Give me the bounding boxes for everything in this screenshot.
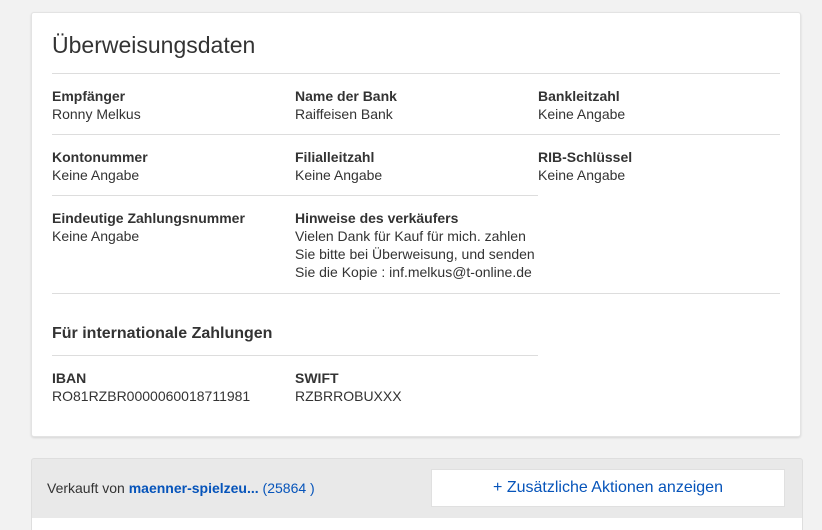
seller-name-link[interactable]: maenner-spielzeu... [129, 480, 259, 496]
recipient-value: Ronny Melkus [52, 106, 141, 122]
swift-value: RZBRROBUXXX [295, 388, 402, 404]
iban-label: IBAN [52, 370, 87, 386]
transfer-details-card: Überweisungsdaten Empfänger Ronny Melkus… [31, 12, 801, 437]
seller-panel-body [32, 518, 802, 530]
seller-notes-label: Hinweise des verkäufers [295, 210, 459, 226]
rib-key-field: RIB-Schlüssel Keine Angabe [538, 148, 632, 184]
seller-notes-line: Sie die Kopie : inf.melkus@t-online.de [295, 264, 532, 280]
divider [52, 134, 780, 135]
branch-code-field: Filialleitzahl Keine Angabe [295, 148, 382, 184]
seller-notes-field: Hinweise des verkäufers Vielen Dank für … [295, 209, 535, 281]
divider [52, 355, 538, 356]
sold-by-label: Verkauft von [47, 480, 125, 496]
seller-score-close: ) [310, 480, 315, 496]
bank-code-label: Bankleitzahl [538, 88, 620, 104]
account-number-value: Keine Angabe [52, 167, 140, 183]
divider [52, 73, 780, 74]
bank-name-value: Raiffeisen Bank [295, 106, 393, 122]
rib-key-label: RIB-Schlüssel [538, 149, 633, 165]
account-number-label: Kontonummer [52, 149, 148, 165]
swift-field: SWIFT RZBRROBUXXX [295, 369, 402, 405]
recipient-label: Empfänger [52, 88, 126, 104]
show-additional-actions-button[interactable]: + Zusätzliche Aktionen anzeigen [431, 469, 785, 507]
seller-feedback-score-link[interactable]: 25864 [267, 480, 306, 496]
divider [52, 293, 780, 294]
rib-key-value: Keine Angabe [538, 167, 626, 183]
branch-code-label: Filialleitzahl [295, 149, 375, 165]
account-number-field: Kontonummer Keine Angabe [52, 148, 148, 184]
seller-info: Verkauft von maenner-spielzeu... (25864 … [47, 480, 315, 496]
branch-code-value: Keine Angabe [295, 167, 383, 183]
international-payments-heading: Für internationale Zahlungen [52, 325, 273, 342]
recipient-field: Empfänger Ronny Melkus [52, 87, 141, 123]
seller-notes-line: Sie bitte bei Überweisung, und senden [295, 246, 535, 262]
payment-reference-label: Eindeutige Zahlungsnummer [52, 210, 245, 226]
payment-reference-field: Eindeutige Zahlungsnummer Keine Angabe [52, 209, 245, 245]
bank-name-field: Name der Bank Raiffeisen Bank [295, 87, 397, 123]
iban-field: IBAN RO81RZBR0000060018711981 [52, 369, 250, 405]
payment-reference-value: Keine Angabe [52, 228, 140, 244]
seller-notes-line: Vielen Dank für Kauf für mich. zahlen [295, 228, 526, 244]
bank-name-label: Name der Bank [295, 88, 397, 104]
page-title: Überweisungsdaten [52, 32, 256, 58]
divider [52, 195, 538, 196]
seller-info-bar: Verkauft von maenner-spielzeu... (25864 … [31, 458, 803, 530]
bank-code-value: Keine Angabe [538, 106, 626, 122]
bank-code-field: Bankleitzahl Keine Angabe [538, 87, 625, 123]
swift-label: SWIFT [295, 370, 339, 386]
iban-value: RO81RZBR0000060018711981 [52, 388, 251, 404]
